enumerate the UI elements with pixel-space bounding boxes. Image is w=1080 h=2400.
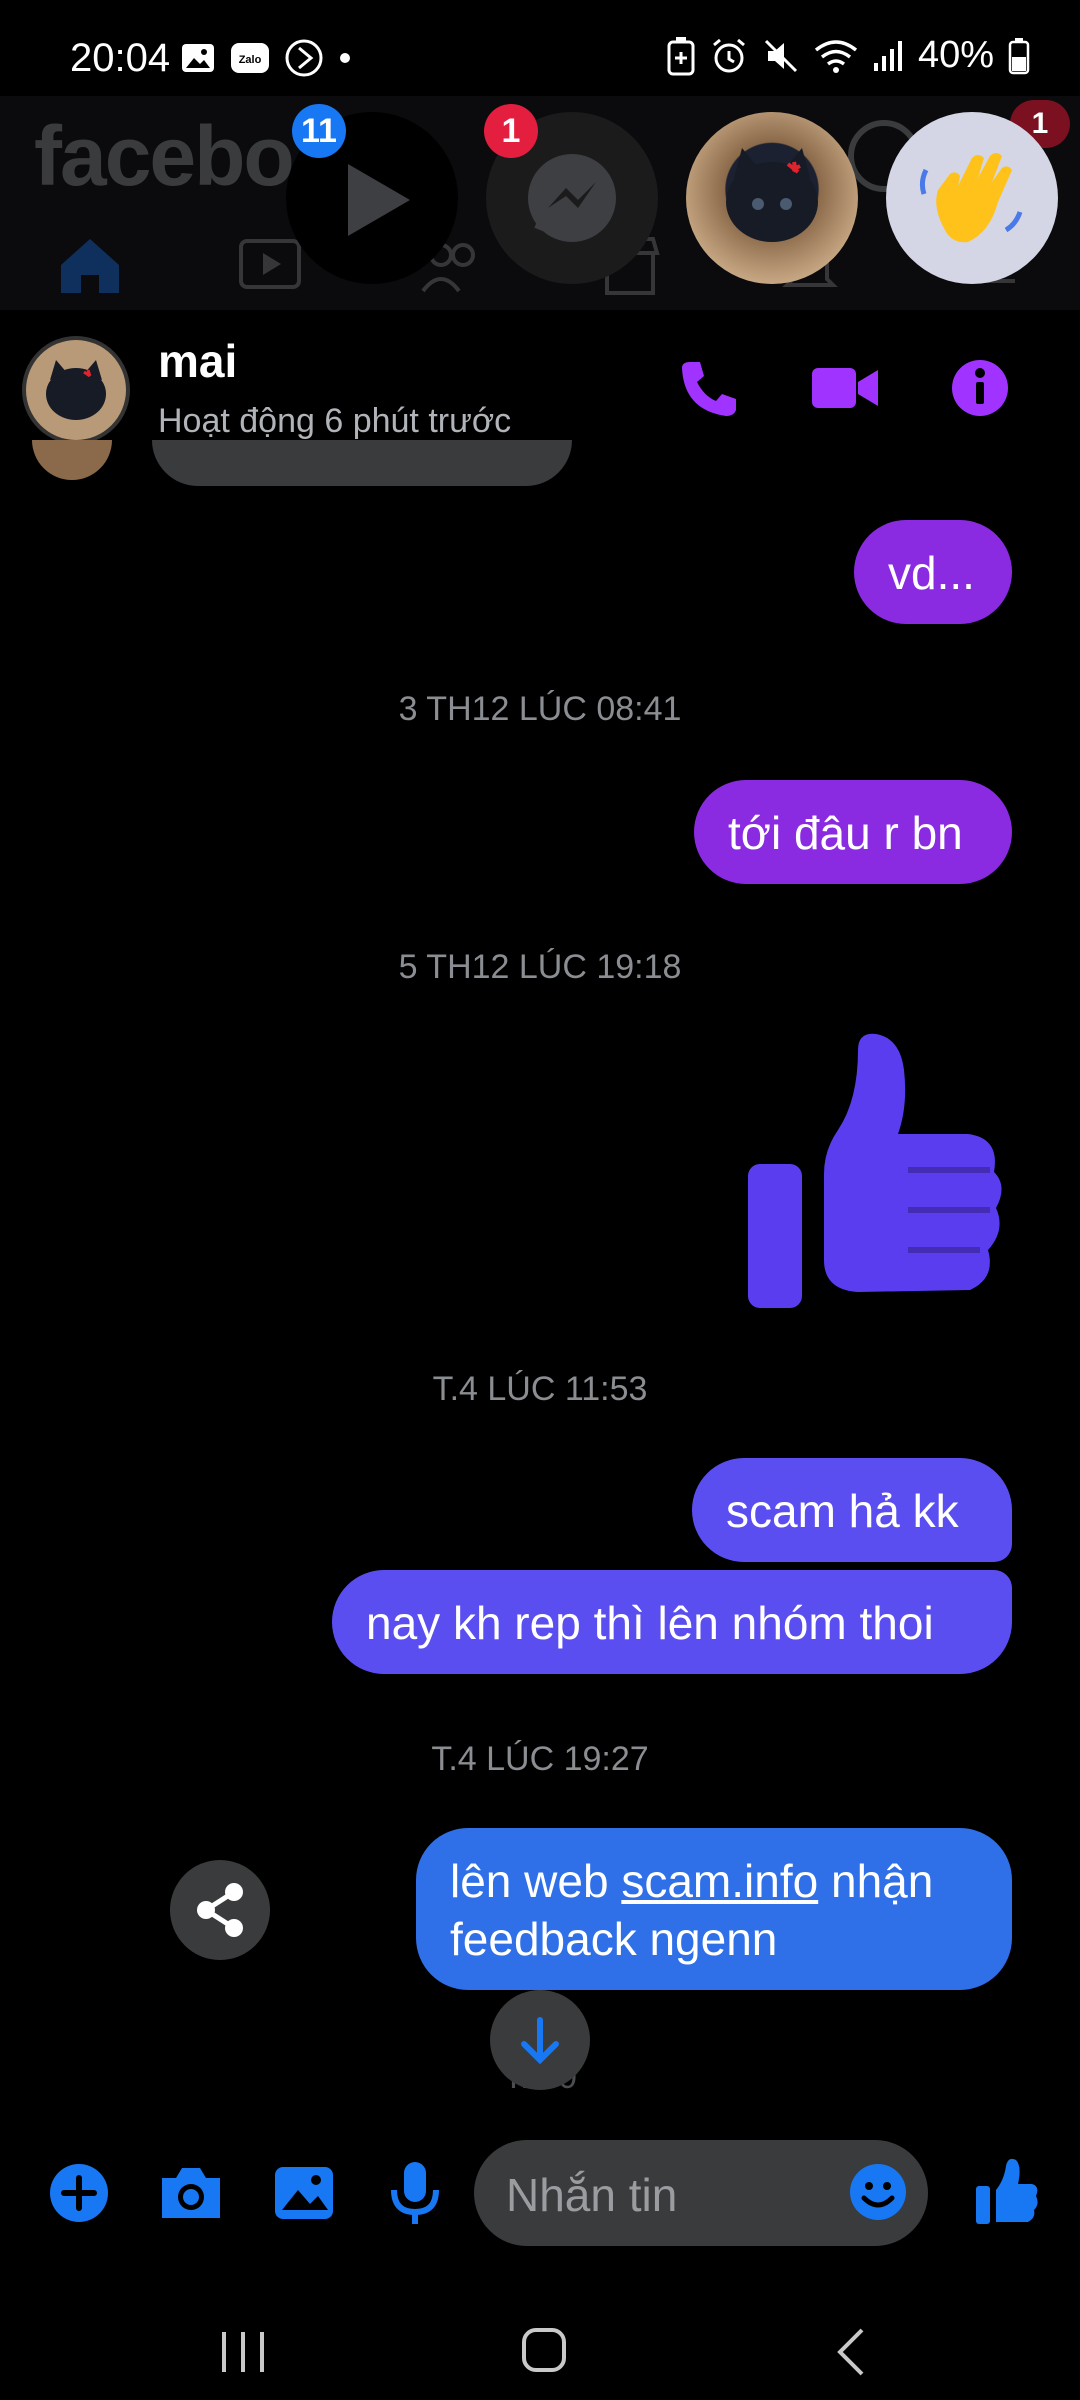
svg-text:Zalo: Zalo xyxy=(239,54,262,66)
timestamp: T.4 LÚC 19:27 xyxy=(431,1740,649,1778)
status-right-icons: 40% xyxy=(666,34,1030,77)
message-bubble[interactable]: scam hả kk xyxy=(692,1458,1012,1562)
gallery-icon[interactable] xyxy=(272,2164,336,2222)
alarm-icon xyxy=(712,38,745,72)
share-icon xyxy=(197,1883,243,1937)
like-icon[interactable] xyxy=(974,2156,1040,2226)
message-text: feedback ngenn xyxy=(450,1913,778,1965)
status-bar: 20:04 Zalo 40% xyxy=(0,0,1080,110)
emoji-icon[interactable] xyxy=(848,2162,908,2222)
previous-message-partial xyxy=(152,440,572,486)
battery-percent: 40% xyxy=(917,34,994,76)
video-call-icon[interactable] xyxy=(810,360,880,416)
wave-hand-icon xyxy=(919,153,1023,243)
chat-head-badge-messenger: 1 xyxy=(484,104,538,158)
system-nav-bar xyxy=(0,2280,1080,2400)
battery-icon xyxy=(1008,37,1030,74)
arrow-down-icon xyxy=(521,2017,559,2065)
message-bubble[interactable]: vd... xyxy=(854,520,1012,624)
message-bubble[interactable]: nay kh rep thì lên nhóm thoi xyxy=(332,1570,1012,1674)
share-button[interactable] xyxy=(170,1860,270,1960)
chat-head-mai-avatar[interactable] xyxy=(686,112,858,284)
back-icon[interactable] xyxy=(832,2326,868,2378)
recent-apps-icon[interactable] xyxy=(218,2330,268,2374)
message-text: lên web xyxy=(450,1855,622,1907)
camera-icon[interactable] xyxy=(158,2164,224,2222)
microphone-icon[interactable] xyxy=(388,2160,442,2226)
message-bubble[interactable]: tới đâu r bn xyxy=(694,780,1012,884)
wifi-icon xyxy=(814,39,858,73)
dot-icon xyxy=(340,53,350,63)
media-icon xyxy=(285,39,323,77)
mute-icon xyxy=(764,39,797,72)
plus-icon[interactable] xyxy=(48,2162,110,2224)
zalo-icon: Zalo xyxy=(231,43,269,73)
status-time: 20:04 xyxy=(70,36,171,80)
timestamp: 3 TH12 LÚC 08:41 xyxy=(398,690,682,728)
phone-icon[interactable] xyxy=(676,356,740,420)
message-bubble-link[interactable]: lên web scam.info nhận feedback ngenn xyxy=(416,1828,1012,1990)
kitten-avatar-small xyxy=(26,340,126,440)
scroll-down-button[interactable] xyxy=(490,1990,590,2090)
home-icon xyxy=(61,239,119,293)
contact-status: Hoạt động 6 phút trước xyxy=(158,402,512,440)
facebook-logo: facebo xyxy=(34,109,295,203)
message-text: nhận xyxy=(818,1855,934,1907)
status-left-icons: Zalo xyxy=(180,38,352,78)
chat-head-wave[interactable] xyxy=(886,112,1058,284)
contact-avatar[interactable] xyxy=(22,336,130,444)
message-input-placeholder: Nhắn tin xyxy=(506,2169,678,2221)
kitten-avatar xyxy=(726,148,818,242)
home-nav-icon[interactable] xyxy=(520,2326,568,2374)
message-link[interactable]: scam.info xyxy=(621,1855,818,1907)
thumbs-up-sticker[interactable] xyxy=(740,1030,1010,1310)
image-icon xyxy=(182,44,214,72)
signal-icon xyxy=(873,40,902,71)
info-icon[interactable] xyxy=(950,358,1010,418)
contact-name[interactable]: mai xyxy=(158,334,237,388)
chat-head-badge-video: 11 xyxy=(292,104,346,158)
timestamp: T.4 LÚC 11:53 xyxy=(432,1370,648,1408)
timestamp: 5 TH12 LÚC 19:18 xyxy=(398,948,682,986)
battery-saver-icon xyxy=(667,36,695,75)
